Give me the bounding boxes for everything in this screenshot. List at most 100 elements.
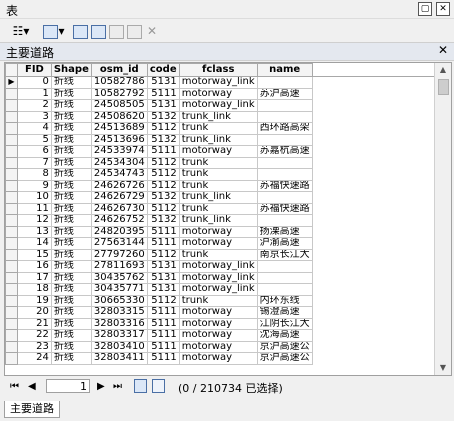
cell-osm-id[interactable]: 30435762 <box>90 271 148 284</box>
cell-fclass[interactable]: motorway_link <box>178 271 258 284</box>
cell-shape[interactable]: 折线 <box>50 237 92 250</box>
row-selector[interactable] <box>5 225 18 238</box>
cell-shape[interactable]: 折线 <box>50 191 92 204</box>
cell-fid[interactable]: 22 <box>16 329 52 342</box>
cell-fid[interactable]: 14 <box>16 237 52 250</box>
table-row[interactable]: 17 折线 30435762 5131 motorway_link <box>5 271 451 284</box>
cell-code[interactable]: 5112 <box>146 122 180 135</box>
cell-code[interactable]: 5111 <box>146 237 180 250</box>
cell-shape[interactable]: 折线 <box>50 271 92 284</box>
select-by-attributes-button[interactable] <box>72 23 88 39</box>
cell-fclass[interactable]: motorway_link <box>178 260 258 273</box>
cell-code[interactable]: 5112 <box>146 248 180 261</box>
scroll-up-icon[interactable]: ▲ <box>435 63 451 77</box>
cell-osm-id[interactable]: 24626726 <box>90 179 148 192</box>
cell-code[interactable]: 5132 <box>146 133 180 146</box>
cell-osm-id[interactable]: 27563144 <box>90 237 148 250</box>
cell-fid[interactable]: 18 <box>16 283 52 296</box>
cell-name[interactable]: 内环东线 <box>256 294 313 307</box>
cell-code[interactable]: 5111 <box>146 317 180 330</box>
cell-osm-id[interactable]: 32803317 <box>90 329 148 342</box>
cell-fclass[interactable]: motorway_link <box>178 99 258 112</box>
cell-osm-id[interactable]: 32803411 <box>90 352 148 365</box>
cell-name[interactable]: 苏嘉杭高速 <box>256 145 313 158</box>
row-selector[interactable] <box>5 248 18 261</box>
cell-shape[interactable]: 折线 <box>50 133 92 146</box>
cell-fclass[interactable]: motorway_link <box>178 76 258 89</box>
cell-code[interactable]: 5112 <box>146 294 180 307</box>
cell-fid[interactable]: 24 <box>16 352 52 365</box>
pin-button[interactable]: ▢ <box>418 2 432 16</box>
cell-osm-id[interactable]: 27797260 <box>90 248 148 261</box>
row-selector[interactable] <box>5 237 18 250</box>
cell-code[interactable]: 5131 <box>146 283 180 296</box>
cell-shape[interactable]: 折线 <box>50 156 92 169</box>
vertical-scrollbar[interactable]: ▲ ▼ <box>434 63 451 375</box>
layer-tab-close-button[interactable]: ✕ <box>438 43 448 57</box>
cell-osm-id[interactable]: 24508620 <box>90 110 148 123</box>
cell-code[interactable]: 5111 <box>146 87 180 100</box>
cell-name[interactable] <box>256 271 313 284</box>
cell-fclass[interactable]: motorway_link <box>178 283 258 296</box>
cell-code[interactable]: 5112 <box>146 179 180 192</box>
first-record-button[interactable]: ⏮ <box>10 380 19 394</box>
cell-fclass[interactable]: motorway <box>178 145 258 158</box>
cell-shape[interactable]: 折线 <box>50 110 92 123</box>
zoom-to-selected-button[interactable] <box>126 23 142 39</box>
switch-selection-button[interactable] <box>90 23 106 39</box>
cell-code[interactable]: 5131 <box>146 260 180 273</box>
cell-fclass[interactable]: trunk <box>178 168 258 181</box>
cell-code[interactable]: 5111 <box>146 145 180 158</box>
cell-name[interactable] <box>256 99 313 112</box>
table-row[interactable]: 10 折线 24626729 5132 trunk_link <box>5 191 451 204</box>
cell-shape[interactable]: 折线 <box>50 202 92 215</box>
table-row[interactable]: 9 折线 24626726 5112 trunk 苏福快速路 <box>5 179 451 192</box>
cell-fclass[interactable]: motorway <box>178 352 258 365</box>
cell-fid[interactable]: 23 <box>16 340 52 353</box>
cell-shape[interactable]: 折线 <box>50 283 92 296</box>
row-selector[interactable] <box>5 352 18 365</box>
row-selector[interactable] <box>5 271 18 284</box>
cell-shape[interactable]: 折线 <box>50 87 92 100</box>
cell-fclass[interactable]: trunk <box>178 122 258 135</box>
cell-shape[interactable]: 折线 <box>50 260 92 273</box>
cell-fid[interactable]: 10 <box>16 191 52 204</box>
cell-name[interactable]: 苏福快速路 <box>256 179 313 192</box>
cell-fid[interactable]: 17 <box>16 271 52 284</box>
cell-osm-id[interactable]: 24626729 <box>90 191 148 204</box>
cell-code[interactable]: 5131 <box>146 99 180 112</box>
cell-fclass[interactable]: trunk <box>178 179 258 192</box>
cell-osm-id[interactable]: 24626730 <box>90 202 148 215</box>
previous-record-button[interactable]: ◀ <box>28 380 36 394</box>
cell-fid[interactable]: 3 <box>16 110 52 123</box>
column-header-fid[interactable]: FID <box>16 63 52 77</box>
cell-fid[interactable]: 7 <box>16 156 52 169</box>
cell-name[interactable] <box>256 168 313 181</box>
cell-name[interactable]: 沈海高速 <box>256 329 313 342</box>
show-selected-records-button[interactable] <box>152 379 165 393</box>
table-row[interactable]: 3 折线 24508620 5132 trunk_link <box>5 110 451 123</box>
cell-fid[interactable]: 1 <box>16 87 52 100</box>
cell-shape[interactable]: 折线 <box>50 352 92 365</box>
table-row[interactable]: 16 折线 27811693 5131 motorway_link <box>5 260 451 273</box>
cell-code[interactable]: 5111 <box>146 306 180 319</box>
cell-fid[interactable]: 16 <box>16 260 52 273</box>
row-selector[interactable] <box>5 260 18 273</box>
cell-name[interactable] <box>256 214 313 227</box>
cell-code[interactable]: 5132 <box>146 110 180 123</box>
last-record-button[interactable]: ⏭ <box>113 380 122 394</box>
table-row[interactable]: 20 折线 32803315 5111 motorway 锡澄高速 <box>5 306 451 319</box>
row-selector[interactable] <box>5 122 18 135</box>
cell-fclass[interactable]: trunk_link <box>178 110 258 123</box>
row-selector[interactable] <box>5 110 18 123</box>
row-selector[interactable] <box>5 87 18 100</box>
cell-code[interactable]: 5111 <box>146 352 180 365</box>
cell-name[interactable] <box>256 156 313 169</box>
cell-name[interactable]: 南京长江大 <box>256 248 313 261</box>
cell-osm-id[interactable]: 32803315 <box>90 306 148 319</box>
table-row[interactable]: 7 折线 24534304 5112 trunk <box>5 156 451 169</box>
cell-osm-id[interactable]: 32803316 <box>90 317 148 330</box>
row-selector[interactable] <box>5 145 18 158</box>
column-header-fclass[interactable]: fclass <box>178 63 258 77</box>
table-row[interactable]: 11 折线 24626730 5112 trunk 苏福快速路 <box>5 202 451 215</box>
